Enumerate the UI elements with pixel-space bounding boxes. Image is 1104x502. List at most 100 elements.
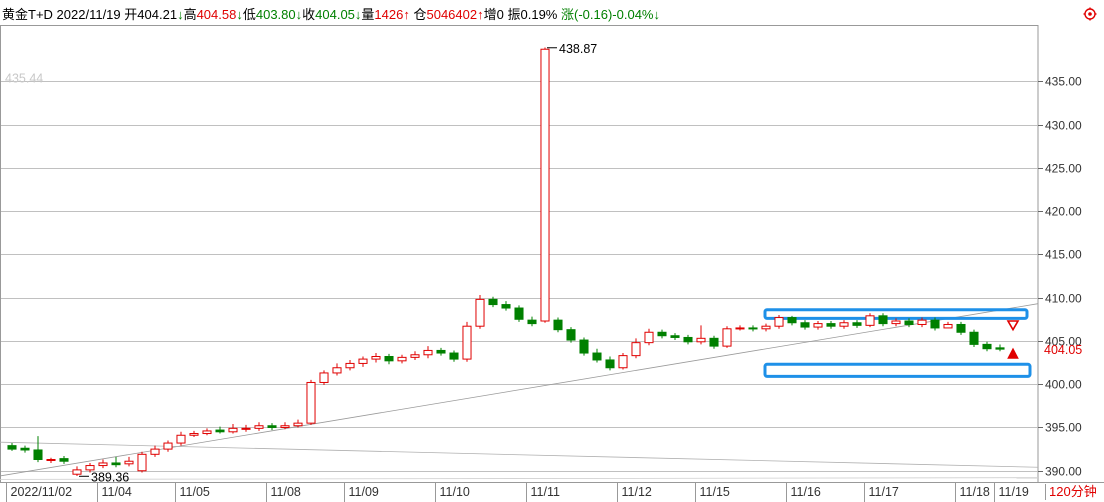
candle-body <box>774 317 784 327</box>
candle <box>696 325 706 345</box>
y-tick-label: 390.00 <box>1045 465 1082 479</box>
candle-body <box>514 307 524 320</box>
candle-body <box>72 469 82 475</box>
chart-stage[interactable]: 390.00 395.00 400.00 405.00 410.00 415.00 420.… <box>0 0 1104 502</box>
candle <box>371 353 381 363</box>
support-box <box>763 362 1032 378</box>
candle <box>475 295 485 329</box>
x-tick-label: 11/04 <box>102 485 132 499</box>
candle-body <box>46 458 56 461</box>
candle <box>969 329 979 347</box>
candle <box>137 451 147 473</box>
candle <box>358 356 368 367</box>
view-high-label: 435.44 <box>5 71 43 85</box>
change-label: 涨 <box>561 7 575 22</box>
candle-body <box>852 322 862 326</box>
candle-body <box>813 323 823 328</box>
candle-body <box>475 298 485 327</box>
candle-body <box>150 448 160 455</box>
candle-body <box>618 355 628 369</box>
candle-body <box>189 433 199 436</box>
candle <box>839 320 849 329</box>
candle <box>943 321 953 329</box>
candle <box>956 321 966 335</box>
candle-body <box>462 325 472 360</box>
candle-body <box>384 355 394 362</box>
candle <box>527 316 537 327</box>
period-selector[interactable]: 120分钟 <box>1045 484 1101 500</box>
candle <box>46 457 56 463</box>
candle <box>761 323 771 332</box>
candle-body <box>358 358 368 364</box>
low-value: 403.80 <box>255 7 296 22</box>
y-tick-label: 415.00 <box>1045 248 1082 262</box>
candle <box>644 328 654 346</box>
volume-label: 量 <box>361 7 375 22</box>
candle-body <box>657 331 667 337</box>
candle-body <box>982 343 992 350</box>
candle-body <box>241 427 251 430</box>
candle <box>579 337 589 356</box>
low-marker-label: 389.36 <box>91 470 129 484</box>
candle <box>33 436 43 463</box>
candle-body <box>7 445 17 450</box>
candle-body <box>254 425 264 429</box>
down-arrow-icon <box>1006 320 1020 332</box>
candle-body <box>891 320 901 325</box>
candle <box>553 317 563 333</box>
x-tick-label: 11/16 <box>791 485 821 499</box>
candle <box>189 430 199 437</box>
candle-body <box>865 315 875 326</box>
candle-body <box>904 320 914 325</box>
candle-body <box>319 372 329 383</box>
x-tick-label: 2022/11/02 <box>11 485 73 499</box>
candle <box>657 329 667 339</box>
candle-body <box>228 427 238 433</box>
candle <box>423 346 433 359</box>
y-tick-label: 395.00 <box>1045 421 1082 435</box>
low-label: 低 <box>242 7 256 22</box>
candle-body <box>488 298 498 306</box>
y-tick-label: 425.00 <box>1045 162 1082 176</box>
candle-body <box>20 447 30 451</box>
candle-body <box>59 458 69 462</box>
candle <box>995 344 1005 352</box>
gear-icon[interactable] <box>1083 7 1097 21</box>
candle <box>852 320 862 328</box>
candle-body <box>969 331 979 345</box>
candle-body <box>267 425 277 428</box>
open-interest-value: 5046402 <box>426 7 478 22</box>
open-interest-label: 仓 <box>413 7 427 22</box>
candle-body <box>371 355 381 360</box>
candle <box>592 348 602 363</box>
volume-value: 1426 <box>374 7 404 22</box>
candle-body <box>449 352 459 360</box>
candlestick-chart[interactable]: 390.00395.00400.00405.00410.00415.00420.… <box>0 0 1104 502</box>
x-tick-label: 11/12 <box>622 485 652 499</box>
candle-body <box>722 328 732 347</box>
candle <box>345 359 355 371</box>
date-label: 2022/11/19 <box>56 7 121 22</box>
x-tick-label: 11/19 <box>999 485 1029 499</box>
candle <box>267 423 277 431</box>
candle-body <box>33 449 43 460</box>
candle-body <box>410 354 420 358</box>
candle <box>865 313 875 328</box>
candle <box>319 370 329 386</box>
candle-body <box>709 337 719 347</box>
y-tick-label: 400.00 <box>1045 378 1082 392</box>
y-tick-label: 420.00 <box>1045 205 1082 219</box>
candle <box>709 335 719 349</box>
close-value: 404.05 <box>315 7 355 22</box>
candle <box>124 456 134 467</box>
candle-body <box>540 48 550 322</box>
candle-body <box>332 367 342 374</box>
candle <box>20 445 30 453</box>
candle-body <box>735 327 745 330</box>
x-tick-label: 11/15 <box>700 485 730 499</box>
candle-body <box>761 325 771 330</box>
high-label: 高 <box>183 7 197 22</box>
candle-body <box>917 319 927 325</box>
candle <box>748 325 758 332</box>
candle <box>462 321 472 362</box>
